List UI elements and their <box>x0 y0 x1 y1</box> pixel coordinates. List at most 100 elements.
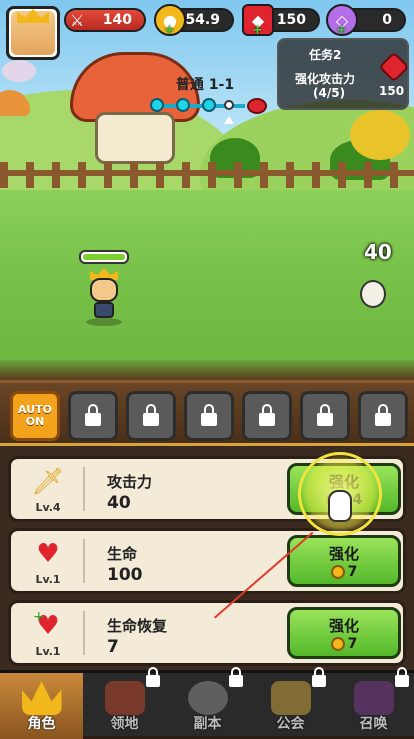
quest-reward: 150 <box>379 84 405 98</box>
tab-label: 角色 <box>27 716 56 732</box>
hero-shadow <box>86 318 122 326</box>
hero-portrait <box>11 9 55 55</box>
ruby-value: 150 <box>276 12 306 28</box>
heart-regen-icon: ♥ + <box>33 609 60 641</box>
tab-guild[interactable]: 公会 <box>249 667 332 739</box>
enemy-character <box>360 280 386 308</box>
bottom-tab-bar: 角色 领地 副本 公会 召唤 <box>0 667 414 739</box>
skill-bar: AUTO ON <box>0 380 414 446</box>
current-position-marker <box>224 116 234 124</box>
upgrade-button-label: 强化 <box>328 544 359 563</box>
add-icon: + <box>252 23 263 38</box>
ground-edge <box>0 360 414 380</box>
ruby-icon[interactable]: ◆ + <box>242 4 274 38</box>
sword-icon: 🗡 <box>31 467 65 497</box>
lock-icon <box>375 403 391 426</box>
gem-value: 0 <box>382 12 392 28</box>
guild-icon <box>270 681 311 715</box>
quest-progress: (4/5) <box>313 86 346 100</box>
add-icon: + <box>164 23 175 38</box>
territory-icon <box>104 681 145 715</box>
crown-icon <box>17 9 49 23</box>
auto-battle-toggle[interactable]: AUTO ON <box>10 391 60 441</box>
hero-hp-bar <box>79 250 129 264</box>
crown-icon <box>21 681 62 715</box>
upgrade-stat-label: 生命 <box>107 545 138 563</box>
power-display: ⚔ 140 <box>64 8 146 32</box>
upgrade-level: Lv.1 <box>35 573 61 586</box>
upgrade-cost-value: 7 <box>347 563 358 580</box>
upgrade-level: Lv.1 <box>35 645 61 658</box>
tab-dungeon[interactable]: 副本 <box>166 667 249 739</box>
gem-icon[interactable]: ◇ + <box>326 4 358 38</box>
divider <box>83 611 85 655</box>
gold-coin-icon <box>330 636 345 651</box>
upgrade-stat-value: 40 <box>107 493 131 513</box>
hero-head <box>90 278 118 302</box>
stage-title: 普通 1-1 <box>175 77 235 93</box>
gold-coin-icon <box>330 564 345 579</box>
mushroom-house-stem <box>95 112 175 164</box>
lock-icon <box>395 667 409 687</box>
boss-icon <box>247 98 267 114</box>
skill-slot-locked[interactable] <box>126 391 176 441</box>
skill-slot-locked[interactable] <box>358 391 408 441</box>
divider <box>83 539 85 583</box>
upgrade-cost-value: 7 <box>347 635 358 652</box>
fence-posts <box>0 162 414 188</box>
gold-display: ● + 154.9 <box>154 4 234 38</box>
gem-display: ◇ + 0 <box>326 4 406 38</box>
heart-icon: ♥ <box>36 539 60 569</box>
pink-pet-icon <box>2 60 36 82</box>
lock-icon <box>143 403 159 426</box>
skill-slot-locked[interactable] <box>68 391 118 441</box>
tab-character[interactable]: 角色 <box>0 673 83 739</box>
upgrade-stat-value: 100 <box>107 565 143 585</box>
lock-icon <box>85 403 101 426</box>
lock-icon <box>146 667 160 687</box>
lock-icon <box>201 403 217 426</box>
lock-icon <box>317 403 333 426</box>
upgrade-stat-value: 7 <box>107 637 119 657</box>
ruby-reward-icon <box>378 51 410 83</box>
tab-label: 召唤 <box>359 716 388 732</box>
lock-icon <box>229 667 243 687</box>
hero-hp-fill <box>83 254 125 260</box>
damage-number: 40 <box>364 240 392 264</box>
tab-territory[interactable]: 领地 <box>83 667 166 739</box>
pointer-hand-icon <box>328 490 352 522</box>
tab-summon[interactable]: 召唤 <box>332 667 414 739</box>
lock-icon <box>259 403 275 426</box>
upgrade-card-hp: ♥ Lv.1 生命 100 强化 7 <box>8 528 406 594</box>
grass-field <box>0 190 414 380</box>
gold-coin-icon[interactable]: ● + <box>154 4 186 38</box>
skill-slot-locked[interactable] <box>184 391 234 441</box>
upgrade-cost: 7 <box>330 563 358 580</box>
stage-node <box>150 98 164 112</box>
add-icon: + <box>336 23 347 38</box>
lock-icon <box>312 667 326 687</box>
upgrade-button-label: 强化 <box>328 616 359 635</box>
stage-node <box>202 98 216 112</box>
ruby-display: ◆ + 150 <box>242 4 320 38</box>
tab-label: 公会 <box>276 716 305 732</box>
auto-state: ON <box>25 415 45 428</box>
player-avatar[interactable] <box>6 6 60 60</box>
stage-node <box>224 100 234 110</box>
yellow-bush <box>350 110 410 160</box>
upgrade-button[interactable]: 强化 7 <box>287 607 401 659</box>
summon-icon <box>353 681 394 715</box>
tab-label: 领地 <box>110 716 139 732</box>
upgrade-card-regen: ♥ + Lv.1 生命恢复 7 强化 7 <box>8 600 406 666</box>
skill-slot-locked[interactable] <box>300 391 350 441</box>
upgrade-stat-label: 攻击力 <box>107 473 153 491</box>
stage-node <box>176 98 190 112</box>
hero-body <box>94 302 114 318</box>
quest-description: 强化攻击力 <box>295 72 356 86</box>
upgrade-stat-label: 生命恢复 <box>107 617 168 635</box>
upgrade-level: Lv.4 <box>35 501 61 514</box>
dungeon-icon <box>187 681 228 715</box>
quest-panel[interactable]: 任务2 强化攻击力 (4/5) 150 <box>277 38 410 110</box>
skill-slot-locked[interactable] <box>242 391 292 441</box>
upgrade-button[interactable]: 强化 7 <box>287 535 401 587</box>
